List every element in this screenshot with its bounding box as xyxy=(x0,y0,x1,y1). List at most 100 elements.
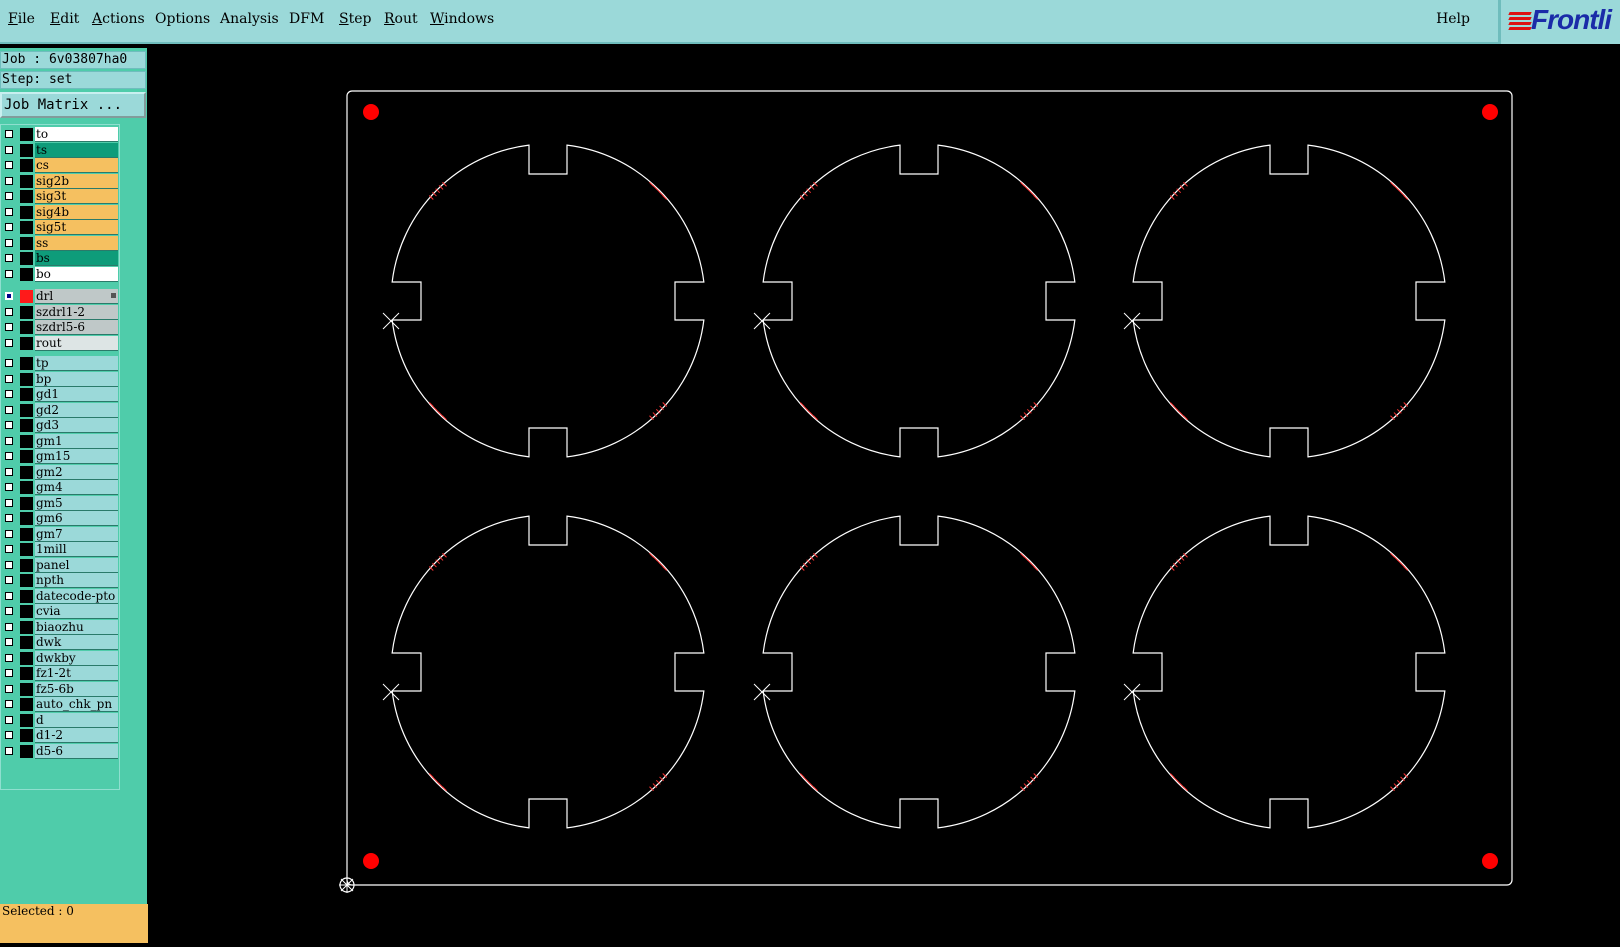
layer-checkbox[interactable] xyxy=(5,622,13,631)
layer-color-swatch[interactable] xyxy=(20,589,33,603)
layer-row-dwkby[interactable]: dwkby xyxy=(1,650,119,666)
layer-name[interactable]: bp xyxy=(35,371,118,387)
layer-checkbox[interactable] xyxy=(5,223,13,231)
layer-name[interactable]: dwkby xyxy=(35,650,118,666)
layer-row-drl[interactable]: drl xyxy=(1,289,119,304)
layer-row-d1-2[interactable]: d1-2 xyxy=(1,728,119,743)
layer-name[interactable]: fz5-6b xyxy=(35,681,118,697)
menu-help[interactable]: Help xyxy=(1436,11,1470,27)
layer-color-swatch[interactable] xyxy=(20,321,33,334)
layer-name[interactable]: dwk xyxy=(35,635,118,650)
layer-checkbox[interactable] xyxy=(5,145,13,154)
layer-row-szdrl5-6[interactable]: szdrl5-6 xyxy=(1,320,119,335)
layer-color-swatch[interactable] xyxy=(20,605,33,618)
layer-color-swatch[interactable] xyxy=(20,174,33,188)
layer-name[interactable]: gd2 xyxy=(35,402,118,418)
layer-checkbox[interactable] xyxy=(5,483,13,491)
menu-options[interactable]: Options xyxy=(155,11,210,27)
layer-row-gd1[interactable]: gd1 xyxy=(1,387,119,402)
layer-name[interactable]: sig2b xyxy=(35,173,118,189)
layer-color-swatch[interactable] xyxy=(20,698,33,711)
layer-checkbox[interactable] xyxy=(5,498,13,507)
layer-checkbox[interactable] xyxy=(5,669,13,677)
layer-color-swatch[interactable] xyxy=(20,336,33,350)
layer-checkbox[interactable] xyxy=(5,238,13,247)
graphics-canvas[interactable] xyxy=(150,48,1620,943)
layer-checkbox[interactable] xyxy=(5,436,13,445)
layer-color-swatch[interactable] xyxy=(20,357,33,370)
layer-row-auto_chk_pn[interactable]: auto_chk_pn xyxy=(1,697,119,712)
layer-color-swatch[interactable] xyxy=(20,128,33,141)
layer-color-swatch[interactable] xyxy=(20,190,33,203)
layer-checkbox[interactable] xyxy=(5,292,13,300)
layer-color-swatch[interactable] xyxy=(20,236,33,250)
layer-row-gm6[interactable]: gm6 xyxy=(1,511,119,526)
layer-color-swatch[interactable] xyxy=(20,143,33,157)
layer-checkbox[interactable] xyxy=(5,338,13,347)
layer-checkbox[interactable] xyxy=(5,560,13,569)
layer-row-tp[interactable]: tp xyxy=(1,356,119,371)
layer-name[interactable]: gm4 xyxy=(35,480,118,495)
layer-row-dwk[interactable]: dwk xyxy=(1,635,119,650)
layer-row-to[interactable]: to xyxy=(1,127,119,142)
layer-checkbox[interactable] xyxy=(5,576,13,584)
layer-row-gm7[interactable]: gm7 xyxy=(1,526,119,542)
layer-color-swatch[interactable] xyxy=(20,403,33,417)
layer-row-gd3[interactable]: gd3 xyxy=(1,418,119,433)
job-matrix-button[interactable]: Job Matrix ... xyxy=(0,92,146,118)
layer-name[interactable]: gd1 xyxy=(35,387,118,402)
layer-color-swatch[interactable] xyxy=(20,434,33,448)
layer-color-swatch[interactable] xyxy=(20,543,33,556)
layer-name[interactable]: sig3t xyxy=(35,189,118,204)
layer-color-swatch[interactable] xyxy=(20,682,33,696)
layer-name[interactable]: fz1-2t xyxy=(35,666,118,681)
layer-name[interactable]: d xyxy=(35,712,118,728)
layer-color-swatch[interactable] xyxy=(20,221,33,234)
layer-checkbox[interactable] xyxy=(5,529,13,538)
layer-color-swatch[interactable] xyxy=(20,496,33,510)
layer-color-swatch[interactable] xyxy=(20,465,33,479)
layer-checkbox[interactable] xyxy=(5,467,13,476)
layer-color-swatch[interactable] xyxy=(20,419,33,432)
layer-row-gm1[interactable]: gm1 xyxy=(1,433,119,449)
layer-checkbox[interactable] xyxy=(5,130,13,138)
layer-row-bp[interactable]: bp xyxy=(1,371,119,387)
menu-edit[interactable]: Edit xyxy=(50,11,79,27)
layer-row-panel[interactable]: panel xyxy=(1,557,119,573)
layer-name[interactable]: gd3 xyxy=(35,418,118,433)
layer-color-swatch[interactable] xyxy=(20,252,33,265)
layer-name[interactable]: cs xyxy=(35,158,118,173)
layer-name[interactable]: npth xyxy=(35,573,118,588)
layer-name[interactable]: ts xyxy=(35,142,118,158)
layer-checkbox[interactable] xyxy=(5,452,13,460)
layer-name[interactable]: szdrl1-2 xyxy=(35,304,118,320)
layer-row-biaozhu[interactable]: biaozhu xyxy=(1,619,119,635)
layer-color-swatch[interactable] xyxy=(20,159,33,172)
layer-name[interactable]: d1-2 xyxy=(35,728,118,743)
layer-name[interactable]: biaozhu xyxy=(35,619,118,635)
layer-color-swatch[interactable] xyxy=(20,713,33,727)
layer-color-swatch[interactable] xyxy=(20,205,33,219)
board-drawing[interactable] xyxy=(150,48,1620,943)
layer-name[interactable]: gm2 xyxy=(35,464,118,480)
layer-row-d[interactable]: d xyxy=(1,712,119,728)
layer-color-swatch[interactable] xyxy=(20,388,33,401)
layer-color-swatch[interactable] xyxy=(20,729,33,742)
layer-row-gd2[interactable]: gd2 xyxy=(1,402,119,418)
layer-checkbox[interactable] xyxy=(5,731,13,739)
layer-row-cs[interactable]: cs xyxy=(1,158,119,173)
layer-name[interactable]: datecode-pto xyxy=(35,588,118,604)
layer-name[interactable]: gm6 xyxy=(35,511,118,526)
layer-checkbox[interactable] xyxy=(5,421,13,429)
layer-color-swatch[interactable] xyxy=(20,512,33,525)
layer-row-fz1-2t[interactable]: fz1-2t xyxy=(1,666,119,681)
layer-row-ts[interactable]: ts xyxy=(1,142,119,158)
menu-file[interactable]: File xyxy=(8,11,35,27)
layer-name[interactable]: ss xyxy=(35,235,118,251)
layer-color-swatch[interactable] xyxy=(20,636,33,649)
layer-name[interactable]: sig4b xyxy=(35,204,118,220)
menu-step[interactable]: Step xyxy=(339,11,371,27)
layer-name[interactable]: drl xyxy=(35,289,118,304)
layer-checkbox[interactable] xyxy=(5,684,13,693)
layer-row-gm4[interactable]: gm4 xyxy=(1,480,119,495)
